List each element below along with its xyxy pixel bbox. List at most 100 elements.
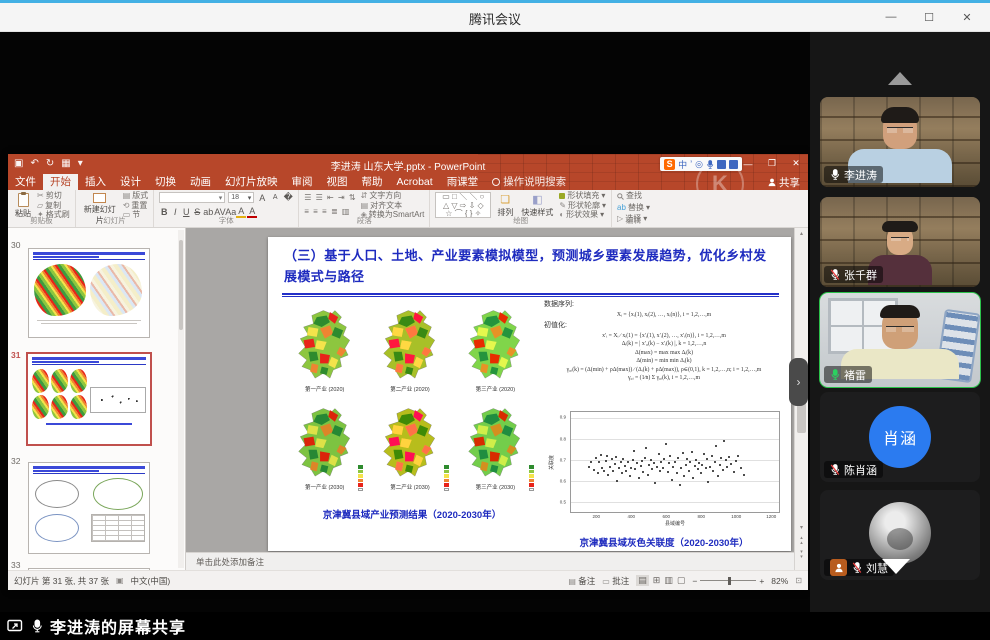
font-group-label: 字体 — [154, 215, 298, 226]
scroll-down-arrow-icon[interactable] — [882, 559, 910, 574]
slide-title: （三）基于人口、土地、产业要素模拟模型，预测城乡要素发展趋势，优化乡村发展模式与… — [284, 246, 770, 288]
tab-review[interactable]: 审阅 — [285, 174, 320, 190]
tab-view[interactable]: 视图 — [320, 174, 355, 190]
zoom-slider[interactable] — [700, 580, 756, 581]
tab-design[interactable]: 设计 — [113, 174, 148, 190]
video-tile-lijintao[interactable]: 李进涛 — [820, 97, 980, 187]
qat-chevron-icon[interactable]: ▾ — [78, 157, 83, 171]
thumbnail-slide-30[interactable] — [28, 248, 150, 338]
thumbnail-number-selected: 31 — [11, 350, 20, 360]
ime-zhongwen-icon[interactable]: 中 — [678, 158, 687, 171]
maximize-icon[interactable]: ☐ — [912, 6, 946, 28]
paragraph-group-label: 段落 — [299, 215, 429, 226]
previous-slide-button[interactable]: ▴▴ — [795, 536, 808, 546]
copy-button[interactable]: ▱复制 — [37, 202, 70, 211]
tab-slideshow[interactable]: 幻灯片放映 — [218, 174, 285, 190]
ppt-share-button[interactable]: 共享 — [768, 174, 800, 190]
slide-sorter-view-icon[interactable]: ⊞ — [653, 575, 661, 586]
close-icon[interactable]: ✕ — [950, 6, 984, 28]
text-direction-button[interactable]: ⇵文字方向 — [361, 192, 425, 201]
thumbnail-slide-32[interactable] — [28, 462, 150, 554]
save-icon[interactable]: ▣ — [14, 157, 23, 171]
map-secondary-2030: 第二产业 (2030) — [369, 403, 450, 501]
scatter-point — [712, 470, 714, 472]
scroll-up-arrow-icon[interactable] — [888, 72, 912, 85]
scatter-point — [714, 461, 716, 463]
normal-view-icon[interactable]: ▤ — [636, 575, 649, 586]
reset-button[interactable]: ⟲重置 — [123, 202, 149, 211]
scatter-point — [723, 440, 725, 442]
list-buttons[interactable]: ☰ ☰ ⇤ ⇥ ⇅ — [304, 192, 356, 203]
zoom-level[interactable]: 82% — [771, 576, 788, 586]
tab-file[interactable]: 文件 — [8, 174, 43, 190]
scroll-down-icon[interactable]: ▾ — [795, 524, 808, 531]
comments-toggle[interactable]: ▭ 批注 — [602, 575, 629, 587]
ppt-close-icon[interactable]: ✕ — [784, 154, 808, 173]
ppt-minimize-icon[interactable]: — — [736, 154, 760, 173]
slideshow-view-icon[interactable]: ▢ — [677, 575, 686, 586]
language-indicator[interactable]: 中文(中国) — [131, 575, 171, 587]
scatter-point — [614, 463, 616, 465]
ime-keyboard-icon[interactable] — [717, 160, 726, 169]
ime-punct-icon[interactable]: ’ — [690, 159, 692, 169]
tab-animations[interactable]: 动画 — [183, 174, 218, 190]
scatter-point — [644, 457, 646, 459]
tab-acrobat[interactable]: Acrobat — [390, 174, 440, 190]
notes-pane[interactable]: 单击此处添加备注 — [186, 552, 794, 570]
map-tertiary-2020: 第三产业 (2020) — [455, 305, 536, 403]
shape-outline-button[interactable]: ✎形状轮廓 ▾ — [559, 202, 606, 211]
font-size-select[interactable]: 18▾ — [228, 192, 254, 203]
replace-button[interactable]: ab替换 ▾ — [617, 204, 650, 213]
scatter-point — [706, 458, 708, 460]
panel-collapse-handle[interactable]: › — [789, 358, 808, 406]
participant-name: 张千群 — [844, 267, 877, 283]
next-slide-button[interactable]: ▾▾ — [795, 550, 808, 560]
group-paragraph: ☰ ☰ ⇤ ⇥ ⇅ ≡ ≡ ≡ ≣ ▥ ⇵文字方向 ▤对齐文本 ◈转换为Smar… — [299, 190, 430, 227]
zoom-in-icon[interactable]: + — [759, 576, 764, 586]
grow-font-icon[interactable]: A — [257, 193, 267, 203]
tab-rain-classroom[interactable]: 雨课堂 — [440, 174, 486, 190]
reading-view-icon[interactable]: ▥ — [664, 575, 673, 586]
shape-fill-button[interactable]: 形状填充 ▾ — [559, 192, 606, 201]
screen-share-icon — [7, 619, 24, 634]
undo-icon[interactable]: ↶ — [30, 157, 38, 171]
find-button[interactable]: 查找 — [617, 192, 650, 201]
video-tile-zhangqianqun[interactable]: 张千群 — [820, 197, 980, 287]
scatter-point — [658, 453, 660, 455]
scatter-point — [600, 454, 602, 456]
ppt-restore-icon[interactable]: ❐ — [760, 154, 784, 173]
tab-transitions[interactable]: 切换 — [148, 174, 183, 190]
scatter-xtick: 600 — [662, 514, 670, 519]
ime-mic-icon[interactable] — [706, 159, 714, 170]
zoom-out-icon[interactable]: − — [692, 576, 697, 586]
scatter-point — [632, 459, 634, 461]
scroll-up-icon[interactable]: ▴ — [795, 228, 808, 237]
video-tile-chenxiaohan[interactable]: 肖涵 陈肖涵 — [820, 392, 980, 482]
slideshow-icon[interactable]: ▦ — [61, 157, 70, 171]
align-text-button[interactable]: ▤对齐文本 — [361, 202, 425, 211]
tab-home[interactable]: 开始 — [43, 174, 78, 190]
notes-toggle[interactable]: ▤ 备注 — [568, 575, 595, 587]
scatter-point — [700, 472, 702, 474]
clear-format-icon[interactable]: � — [283, 192, 293, 203]
redo-icon[interactable]: ↻ — [46, 157, 54, 171]
font-name-select[interactable]: ▾ — [159, 192, 225, 203]
formulas-block: 数据序列: Xᵢ = {xᵢ(1), xᵢ(2), …, xᵢ(n)}, i =… — [544, 297, 784, 384]
sogou-icon[interactable]: S — [664, 159, 675, 170]
tab-help[interactable]: 帮助 — [355, 174, 390, 190]
layout-button[interactable]: ▤版式 — [123, 192, 149, 201]
current-slide-canvas[interactable]: （三）基于人口、土地、产业要素模拟模型，预测城乡要素发展趋势，优化乡村发展模式与… — [268, 237, 791, 551]
minimize-icon[interactable]: — — [874, 6, 908, 28]
cut-button[interactable]: ✂剪切 — [37, 192, 70, 201]
tab-insert[interactable]: 插入 — [78, 174, 113, 190]
thumbnail-slide-31[interactable] — [26, 352, 152, 446]
fit-to-window-icon[interactable]: ⊡ — [795, 576, 802, 585]
tell-me-search[interactable]: 操作说明搜索 — [485, 174, 573, 190]
thumbnails-scrollbar[interactable] — [178, 230, 184, 568]
video-tile-chulei[interactable]: 褚雷 — [820, 293, 980, 387]
scatter-point — [630, 467, 632, 469]
ime-emoji-icon[interactable]: ◎ — [695, 159, 703, 170]
quick-access-toolbar[interactable]: ▣ ↶ ↻ ▦ ▾ — [14, 157, 83, 171]
shrink-font-icon[interactable]: A — [270, 194, 280, 201]
ime-toolbar[interactable]: S 中 ’ ◎ — [660, 157, 742, 171]
